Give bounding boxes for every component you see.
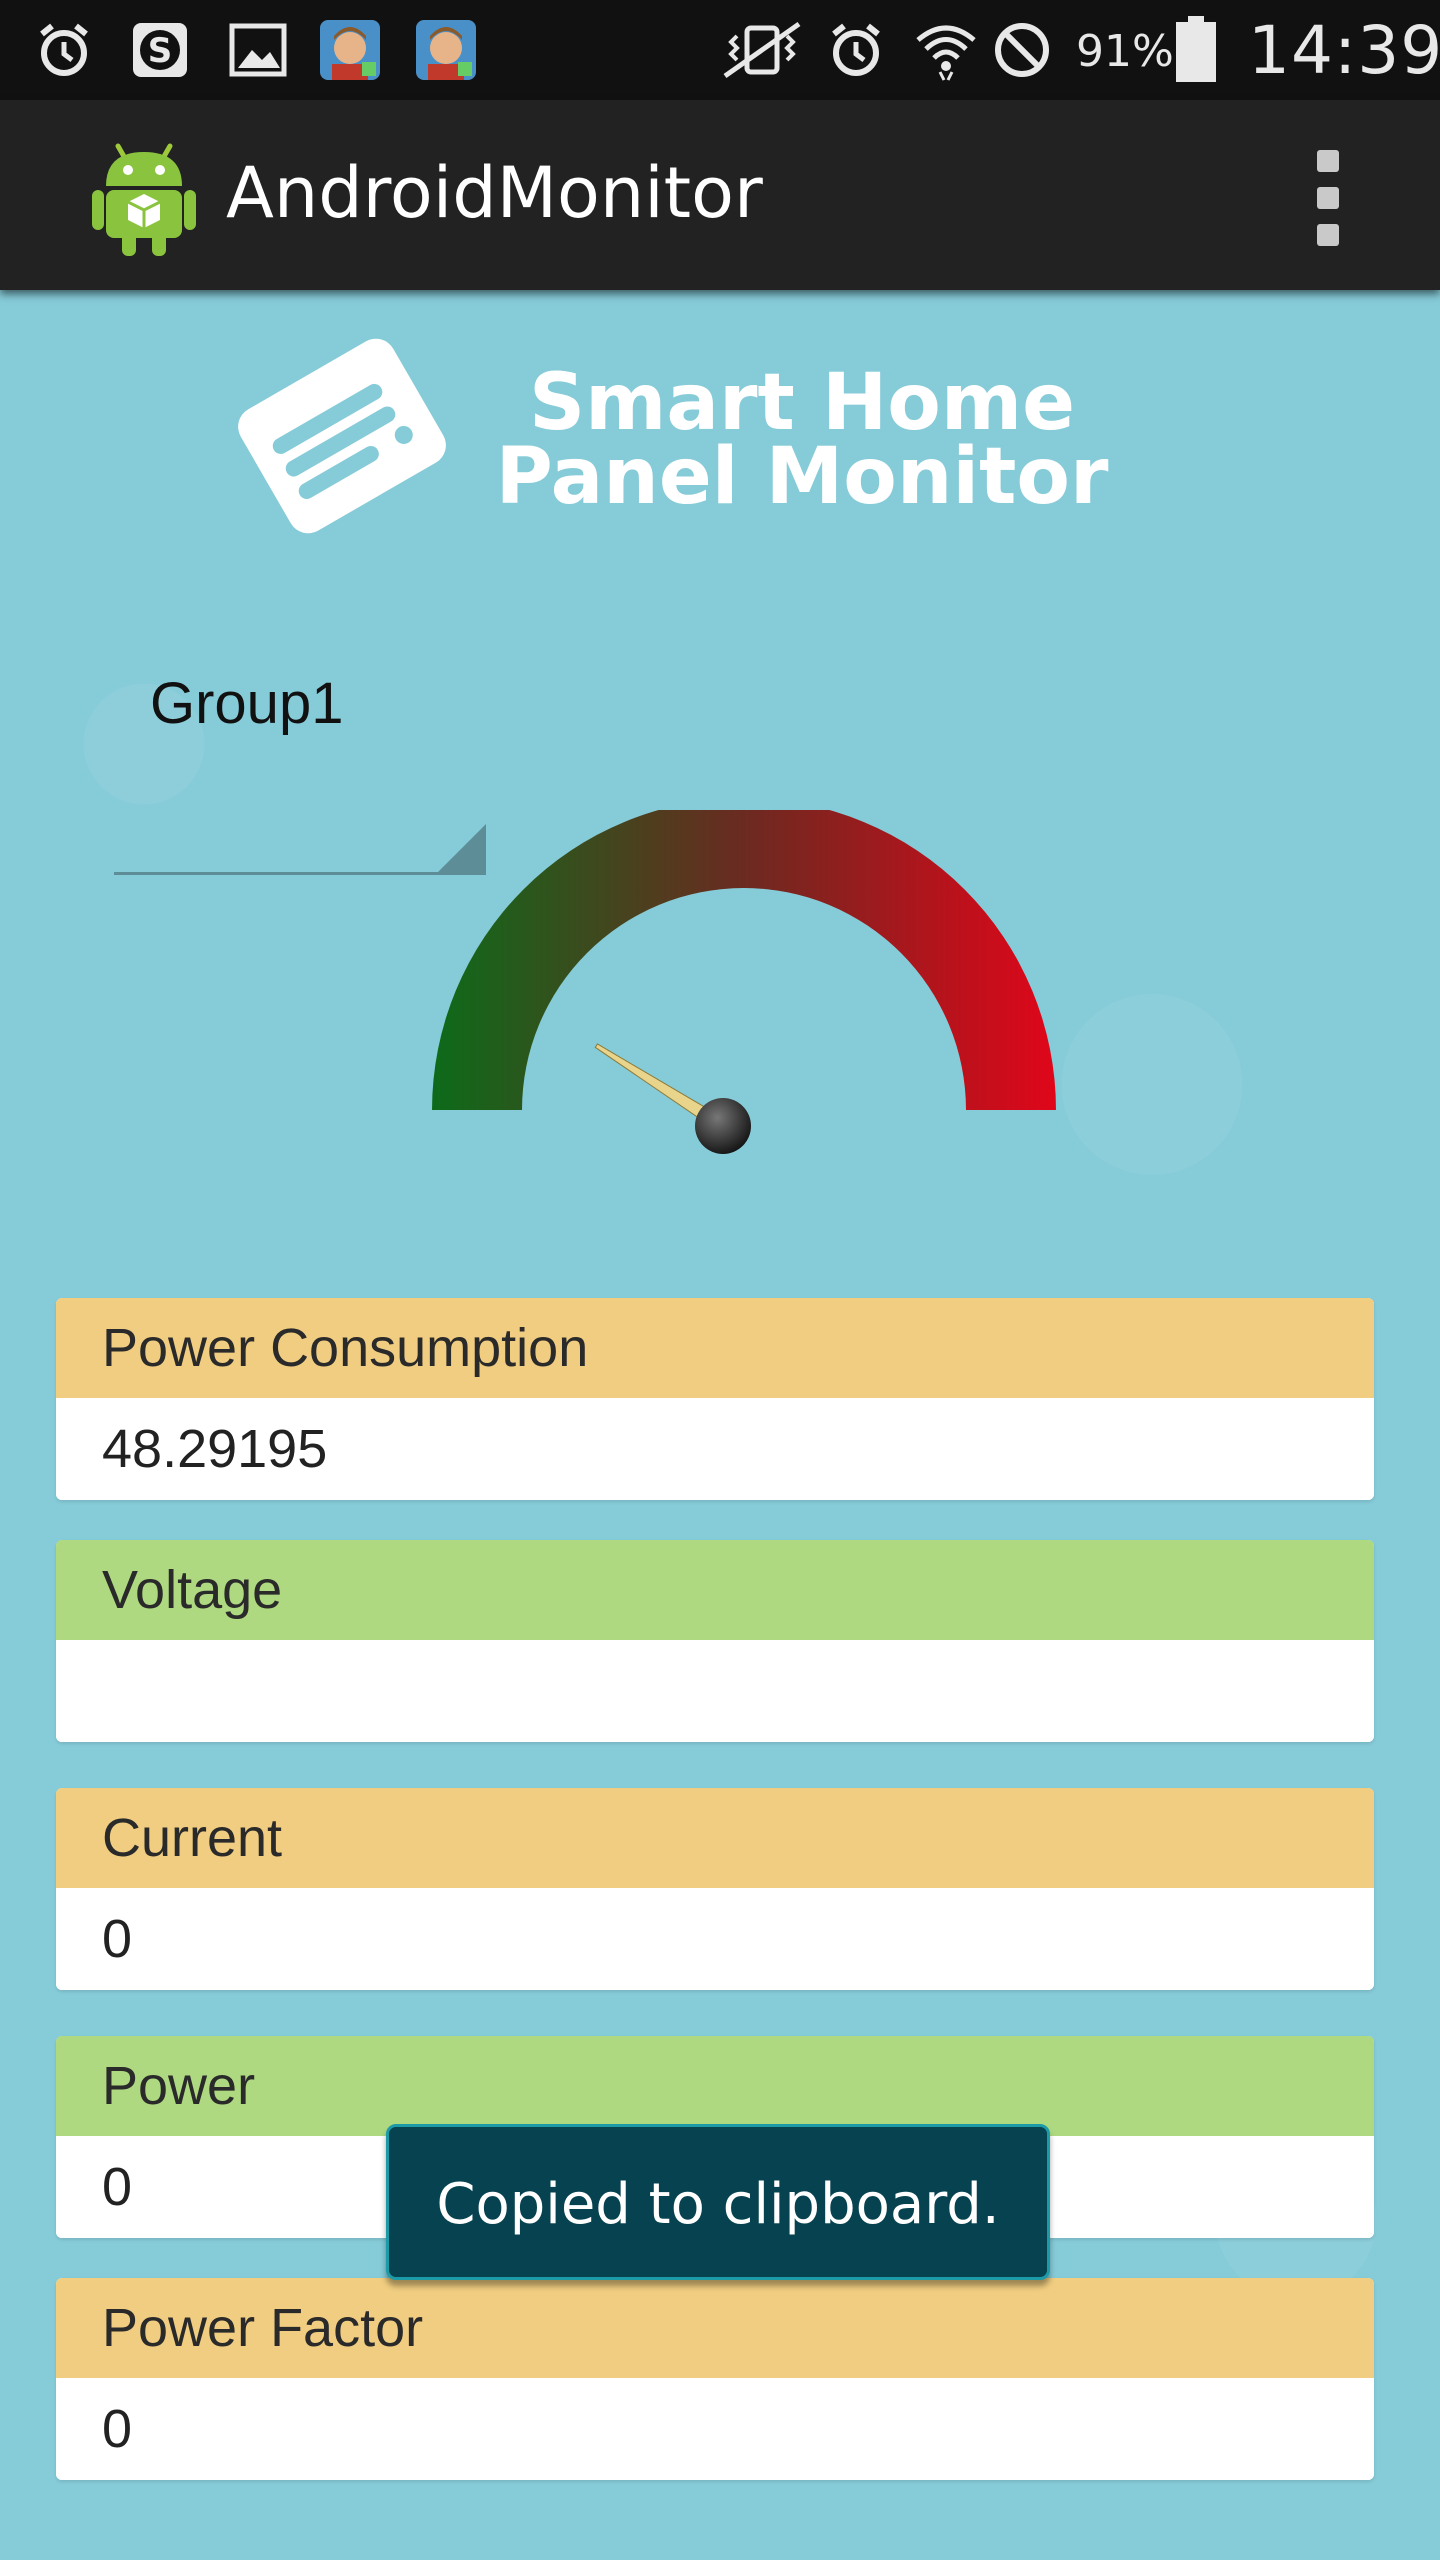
game-avatar-icon xyxy=(318,18,382,82)
power-gauge xyxy=(432,810,1056,1154)
app-banner: Smart Home Panel Monitor xyxy=(220,326,1120,546)
battery-icon xyxy=(1172,16,1220,82)
clipboard-toast: Copied to clipboard. xyxy=(386,2124,1050,2280)
app-title: AndroidMonitor xyxy=(226,152,763,234)
app-bar: AndroidMonitor xyxy=(0,100,1440,290)
panel-logo-icon xyxy=(238,338,446,534)
game-avatar-icon xyxy=(414,18,478,82)
gauge-arc xyxy=(432,810,1056,1110)
banner-title-line1: Smart Home xyxy=(528,358,1076,448)
android-robot-icon xyxy=(92,143,196,256)
reading-card[interactable]: Power Factor 0 xyxy=(56,2278,1374,2480)
group-spinner-label: Group1 xyxy=(150,671,344,736)
banner-title-line2: Panel Monitor xyxy=(495,432,1109,522)
reading-card-label: Power xyxy=(56,2036,1374,2136)
reading-card[interactable]: Power Consumption 48.29195 xyxy=(56,1298,1374,1500)
vibrate-icon xyxy=(716,18,808,82)
alarm-icon xyxy=(824,18,888,82)
reading-card-label: Power Consumption xyxy=(56,1298,1374,1398)
blocked-icon xyxy=(990,18,1054,82)
svg-text:S: S xyxy=(148,31,173,71)
reading-card-value[interactable]: 0 xyxy=(56,2378,1374,2480)
alarm-icon xyxy=(32,18,96,82)
reading-card[interactable]: Voltage xyxy=(56,1540,1374,1742)
gallery-icon xyxy=(226,18,290,82)
reading-card[interactable]: Current 0 xyxy=(56,1788,1374,1990)
reading-card-value[interactable] xyxy=(56,1640,1374,1742)
gauge-hub xyxy=(695,1098,751,1154)
banner-title: Smart Home Panel Monitor xyxy=(482,358,1122,522)
status-bar: S 91% 14:39 xyxy=(0,0,1440,100)
s-app-icon: S xyxy=(128,18,192,82)
overflow-menu-icon[interactable] xyxy=(1300,150,1356,246)
reading-card-value[interactable]: 0 xyxy=(56,1888,1374,1990)
status-clock: 14:39 xyxy=(1248,12,1440,89)
wifi-icon xyxy=(914,18,978,82)
reading-card-value[interactable]: 48.29195 xyxy=(56,1398,1374,1500)
reading-card-label: Current xyxy=(56,1788,1374,1888)
main-content: Smart Home Panel Monitor Group1 Power Co… xyxy=(0,290,1440,2560)
group-spinner[interactable]: Group1 xyxy=(114,670,486,782)
reading-card-label: Power Factor xyxy=(56,2278,1374,2378)
reading-card-label: Voltage xyxy=(56,1540,1374,1640)
battery-percent: 91% xyxy=(1076,26,1174,77)
